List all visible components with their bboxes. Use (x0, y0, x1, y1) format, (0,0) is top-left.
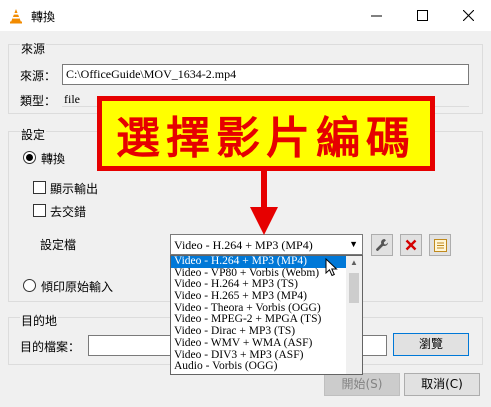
maximize-icon (416, 10, 428, 21)
vlc-cone-icon (10, 9, 22, 24)
dropdown-option[interactable]: Video - Dirac + MP3 (TS) (171, 326, 347, 338)
display-output-checkbox[interactable] (33, 181, 46, 194)
type-value: file (64, 92, 80, 106)
dropdown-option[interactable]: Video - Theora + Vorbis (OGG) (171, 303, 347, 315)
dropdown-option[interactable]: Video - H.265 + MP3 (MP4) (171, 291, 347, 303)
dropdown-option[interactable]: Video - WMV + WMA (ASF) (171, 338, 347, 350)
window-title: 轉換 (31, 10, 56, 24)
close-button[interactable] (445, 0, 491, 31)
edit-profile-button[interactable] (371, 234, 393, 256)
annotation-text: 選擇影片編碼 (116, 112, 416, 164)
chevron-down-icon: ▼ (349, 239, 358, 249)
dump-raw-label: 傾印原始輸入 (41, 280, 114, 294)
browse-button[interactable]: 瀏覽 (393, 333, 469, 356)
dropdown-option[interactable]: Video - H.264 + MP3 (TS) (171, 279, 347, 291)
dropdown-option[interactable]: Video - VP80 + Vorbis (Webm) (171, 268, 347, 280)
convert-label: 轉換 (41, 152, 66, 166)
deinterlace-label: 去交錯 (50, 205, 87, 219)
dump-raw-radio[interactable] (23, 279, 36, 292)
start-button[interactable]: 開始(S) (324, 373, 400, 396)
destination-group-label: 目的地 (20, 312, 59, 329)
delete-x-icon (405, 239, 417, 251)
cancel-button[interactable]: 取消(C) (404, 373, 480, 396)
settings-group-label: 設定 (20, 126, 47, 143)
mouse-cursor-icon (325, 258, 338, 277)
scroll-up-icon[interactable]: ▲ (346, 256, 362, 270)
source-path-field[interactable]: C:\OfficeGuide\MOV_1634-2.mp4 (62, 64, 469, 85)
type-label: 類型： (20, 94, 57, 108)
dropdown-option[interactable]: Audio - Vorbis (OGG) (171, 361, 347, 373)
convert-radio[interactable] (23, 151, 36, 164)
new-profile-icon (433, 238, 447, 252)
destination-file-label: 目的檔案： (20, 340, 81, 354)
wrench-icon (376, 239, 388, 251)
dropdown-option[interactable]: Video - H.264 + MP3 (MP4) (171, 256, 347, 268)
maximize-button[interactable] (399, 0, 445, 31)
new-profile-button[interactable] (429, 234, 451, 256)
delete-profile-button[interactable] (400, 234, 422, 256)
annotation-callout: 選擇影片編碼 (97, 96, 435, 171)
dropdown-option[interactable]: Video - DIV3 + MP3 (ASF) (171, 350, 347, 362)
radio-selected-dot (26, 154, 33, 161)
dropdown-option[interactable]: Video - MPEG-2 + MPGA (TS) (171, 314, 347, 326)
dropdown-scrollbar[interactable]: ▲ (346, 256, 362, 374)
profile-options: Video - H.264 + MP3 (MP4) Video - VP80 + … (171, 256, 347, 373)
close-icon (462, 10, 474, 21)
minimize-icon (370, 15, 382, 17)
annotation-arrow-icon (250, 171, 278, 235)
deinterlace-checkbox[interactable] (33, 204, 46, 217)
profile-label: 設定檔 (40, 238, 77, 252)
profile-selected-value: Video - H.264 + MP3 (MP4) (174, 238, 313, 252)
scroll-thumb[interactable] (349, 273, 359, 303)
display-output-label: 顯示輸出 (50, 182, 99, 196)
source-group-label: 來源 (20, 40, 47, 57)
profile-select[interactable]: Video - H.264 + MP3 (MP4) ▼ (170, 234, 363, 255)
source-label: 來源： (20, 69, 57, 83)
minimize-button[interactable] (353, 0, 399, 31)
